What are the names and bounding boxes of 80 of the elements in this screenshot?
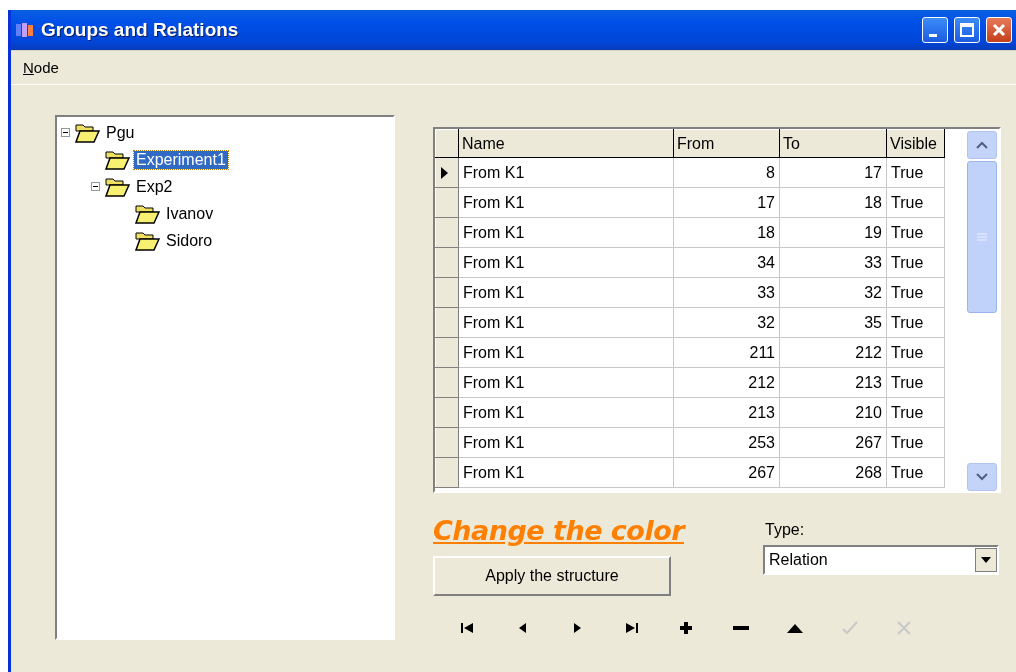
chevron-down-icon [976,473,988,481]
maximize-button[interactable] [954,17,980,43]
table-cell: True [886,277,945,308]
column-header[interactable]: Visible [886,129,945,158]
window-title: Groups and Relations [41,19,240,41]
table-cell: 212 [779,337,887,368]
table-cell: True [886,337,945,368]
table-cell: 267 [673,457,780,488]
table-cell: 18 [779,187,887,218]
table-cell: 32 [673,307,780,338]
minimize-button[interactable] [922,17,948,43]
table-cell: 17 [673,187,780,218]
table-cell: 33 [673,277,780,308]
collapse-icon[interactable] [61,128,70,137]
table-cell: 268 [779,457,887,488]
table-cell: True [886,217,945,248]
app-icon [15,22,35,38]
current-row-icon [440,165,450,180]
table-cell: From K1 [458,457,674,488]
check-icon [840,621,859,635]
table-cell: True [886,307,945,338]
column-header[interactable]: From [673,129,780,158]
folder-icon [134,202,160,225]
collapse-icon[interactable] [91,182,100,191]
folder-icon [104,175,130,198]
row-indicator[interactable] [435,157,459,188]
table-cell: From K1 [458,187,674,218]
tree-item[interactable]: Ivanov [164,204,216,223]
table-cell: From K1 [458,337,674,368]
table-cell: True [886,457,945,488]
table-cell: True [886,187,945,218]
table-cell: 17 [779,157,887,188]
table-cell: From K1 [458,427,674,458]
folder-icon [134,229,160,252]
table-cell: From K1 [458,397,674,428]
table-cell: 211 [673,337,780,368]
apply-button[interactable]: Apply the structure [433,556,671,596]
close-button[interactable] [986,17,1012,43]
table-cell: 18 [673,217,780,248]
cross-icon [895,621,914,635]
caret-icon [981,557,991,563]
table-cell: True [886,157,945,188]
table-cell: True [886,367,945,398]
table-cell: From K1 [458,217,674,248]
tree-item[interactable]: Pgu [104,123,137,142]
table-cell: 19 [779,217,887,248]
maximize-icon [960,23,974,37]
table-cell: 212 [673,367,780,398]
table-cell: 213 [779,367,887,398]
table-cell: True [886,427,945,458]
table-cell: 34 [673,247,780,278]
close-icon [992,23,1006,37]
tree-item[interactable]: Sidoro [164,231,215,250]
table-cell: From K1 [458,277,674,308]
minimize-icon [929,33,937,37]
type-dropdown[interactable]: Relation [763,545,999,575]
table-cell: True [886,247,945,278]
table-cell: 267 [779,427,887,458]
folder-icon [74,121,100,144]
table-cell: 253 [673,427,780,458]
folder-icon [104,148,130,171]
table-cell: From K1 [458,247,674,278]
tree-item[interactable]: Exp2 [134,177,175,196]
table-cell: 210 [779,397,887,428]
table-cell: From K1 [458,307,674,338]
table-cell: True [886,397,945,428]
table-cell: 33 [779,247,887,278]
table-cell: From K1 [458,157,674,188]
type-label: Type: [765,521,806,539]
scrollbar[interactable] [967,129,997,491]
column-header[interactable]: Name [458,129,674,158]
tree-item[interactable]: Experiment1 [134,150,228,169]
table-cell: From K1 [458,367,674,398]
table-cell: 32 [779,277,887,308]
table-cell: 35 [779,307,887,338]
menu-item[interactable]: Node [23,58,59,76]
table-cell: 213 [673,397,780,428]
table-cell: 8 [673,157,780,188]
column-header[interactable]: To [779,129,887,158]
chevron-up-icon [976,141,988,149]
